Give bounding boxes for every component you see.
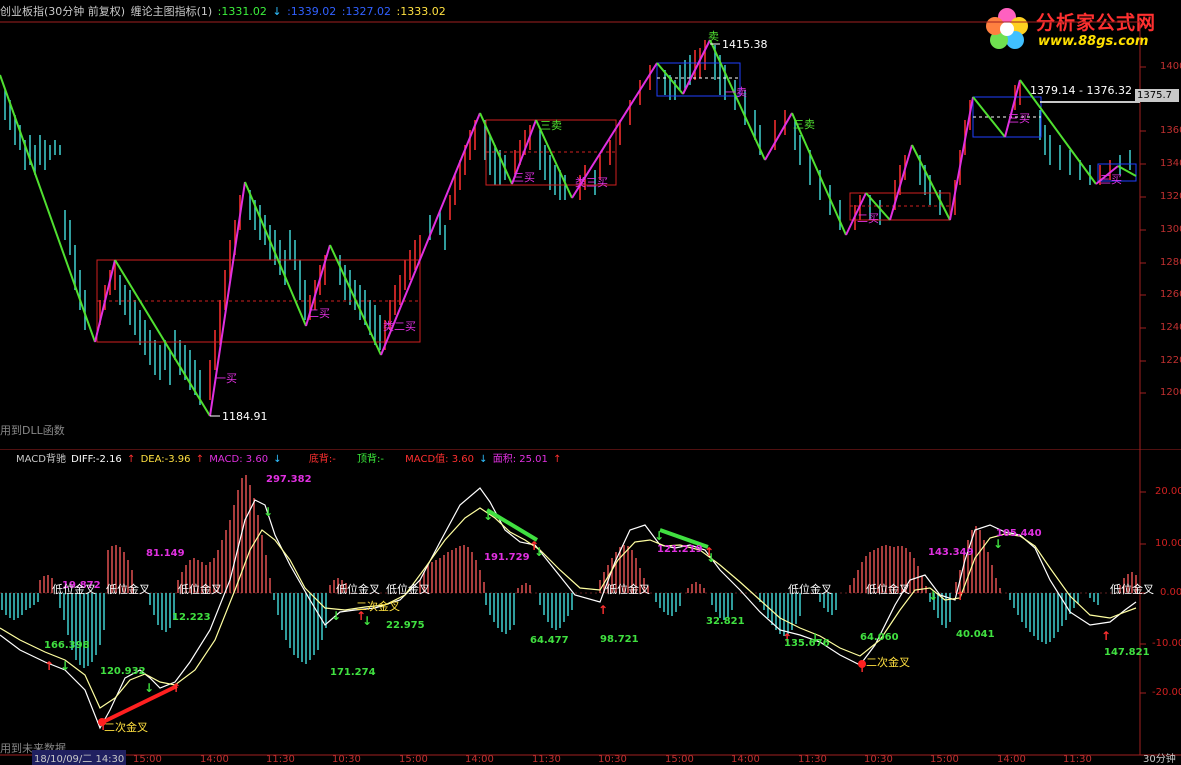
time-axis-label: 14:00 (465, 754, 494, 765)
time-axis-label: 15:00 (399, 754, 428, 765)
ind-value-label: 64.477 (530, 635, 569, 646)
ind-value-label: 64.060 (860, 632, 899, 643)
arrow-up-icon: ↑ (598, 603, 608, 617)
time-axis-start: 18/10/09/二 14:30 (32, 750, 127, 765)
time-axis-label: 15:00 (133, 754, 162, 765)
high-price-label: 1415.38 (722, 38, 768, 51)
golden-cross-label: 低位金叉 (336, 582, 380, 596)
price-axis-label: 1280 (1160, 257, 1181, 268)
price-axis-label: 1260 (1160, 289, 1181, 300)
time-axis-label: 10:30 (598, 754, 627, 765)
price-axis-label: 1300 (1160, 224, 1181, 235)
time-axis-label: 15:00 (665, 754, 694, 765)
buy-label-2: 二买 (308, 307, 330, 320)
arrow-up-icon: ↑ (1101, 629, 1111, 643)
ind-value-label: 166.398 (44, 640, 90, 651)
sell-label-2: 三卖 (540, 119, 562, 132)
ind-value-label: 105.440 (996, 528, 1042, 539)
current-price-tag: 1375.7 (1135, 89, 1179, 102)
arrow-up-icon: ↑ (955, 589, 965, 603)
price-axis-label: 1320 (1160, 191, 1181, 202)
arrow-down-icon: ↓ (928, 589, 938, 603)
time-axis-label: 11:30 (1063, 754, 1092, 765)
time-axis-label: 14:00 (200, 754, 229, 765)
arrow-down-icon: ↓ (483, 509, 493, 523)
macd-axis-label: 20.00 (1155, 486, 1181, 497)
ind-value-label: 121.219 (657, 544, 703, 555)
period-label[interactable]: 30分钟 (1143, 750, 1176, 765)
price-axis-label: 1400 (1160, 61, 1181, 72)
time-axis-label: 15:00 (930, 754, 959, 765)
golden-cross-label: 低位金叉 (788, 582, 832, 596)
second-cross-label: 二次金叉 (104, 720, 148, 734)
price-axis-label: 1220 (1160, 355, 1181, 366)
ind-value-label: 297.382 (266, 474, 312, 485)
arrow-down-icon: ↓ (534, 545, 544, 559)
golden-cross-label: 低位金叉 (106, 582, 150, 596)
arrow-down-icon: ↓ (263, 505, 273, 519)
second-cross-label: 二次金叉 (356, 599, 400, 613)
ind-value-label: 191.729 (484, 552, 530, 563)
macd-axis-label: 0.00 (1160, 587, 1181, 598)
arrow-down-icon: ↓ (706, 551, 716, 565)
ind-value-label: 135.676 (784, 638, 830, 649)
golden-cross-label: 低位金叉 (52, 582, 96, 596)
macd-axis-label: -20.00 (1152, 687, 1181, 698)
buy-label-8: 三买 (1100, 173, 1122, 186)
price-axis-label: 1200 (1160, 387, 1181, 398)
time-axis-label: 11:30 (266, 754, 295, 765)
price-axis-label: 1360 (1160, 125, 1181, 136)
buy-label-6: 二买 (857, 212, 879, 225)
sell-label-4: 卖 (708, 30, 719, 43)
ind-value-label: 22.975 (386, 620, 425, 631)
time-axis-label: 14:00 (731, 754, 760, 765)
macd-chart[interactable]: ↑ ↓ ↑ ↓ ↑ ↓ ↓ ↑ ↓ ↓ ↑ ↓ ↑ ↓ ↑ ↓ ↑ ↓ ↑ ↓ … (0, 450, 1181, 765)
ind-value-label: 143.349 (928, 547, 974, 558)
buy-label-3: 类二买 (383, 319, 416, 333)
macd-axis-label: -10.00 (1152, 638, 1181, 649)
low-price-label: 1184.91 (222, 410, 268, 423)
time-axis-label: 14:00 (997, 754, 1026, 765)
buy-label-5: 类三买 (575, 175, 608, 189)
ind-value-label: 81.149 (146, 548, 185, 559)
ind-value-label: 12.223 (172, 612, 211, 623)
golden-cross-label: 低位金叉 (386, 582, 430, 596)
range-label: 1379.14 - 1376.32 (1030, 84, 1132, 97)
sell-label-3: 三卖 (793, 118, 815, 131)
time-axis-label: 11:30 (532, 754, 561, 765)
second-cross-label: 二次金叉 (866, 655, 910, 669)
golden-cross-label: 低位金叉 (178, 582, 222, 596)
time-axis-label: 11:30 (798, 754, 827, 765)
ind-value-label: 40.041 (956, 629, 995, 640)
buy-label-7: 三买 (1008, 112, 1030, 125)
macd-axis-label: 10.00 (1155, 538, 1181, 549)
dll-note: 用到DLL函数 (0, 424, 65, 437)
sell-label-1: 一卖 (725, 86, 747, 99)
buy-label-1: 一买 (215, 372, 237, 385)
arrow-down-icon: ↓ (144, 681, 154, 695)
ind-value-label: 98.721 (600, 634, 639, 645)
price-axis-label: 1340 (1160, 158, 1181, 169)
arrow-down-icon: ↓ (654, 529, 664, 543)
main-price-chart[interactable]: 1415.38 1184.91 1379.14 - 1376.32 一买 二买 … (0, 0, 1181, 450)
arrow-down-icon: ↓ (331, 609, 341, 623)
golden-cross-label: 低位金叉 (866, 582, 910, 596)
price-bars (4, 40, 1131, 405)
golden-cross-label: 低位金叉 (606, 582, 650, 596)
golden-cross-label: 低位金叉 (1110, 582, 1154, 596)
ind-value-label: 32.821 (706, 616, 745, 627)
arrow-up-icon: ↑ (171, 681, 181, 695)
arrow-down-icon: ↓ (362, 614, 372, 628)
arrow-down-icon: ↓ (60, 659, 70, 673)
time-axis-label: 10:30 (332, 754, 361, 765)
ind-value-label: 120.932 (100, 666, 146, 677)
ind-value-label: 171.274 (330, 667, 376, 678)
time-axis-label: 10:30 (864, 754, 893, 765)
buy-label-4: 三买 (513, 171, 535, 184)
arrow-up-icon: ↑ (44, 659, 54, 673)
arrow-down-icon: ↓ (993, 537, 1003, 551)
ind-value-label: 147.821 (1104, 647, 1150, 658)
price-axis-label: 1240 (1160, 322, 1181, 333)
